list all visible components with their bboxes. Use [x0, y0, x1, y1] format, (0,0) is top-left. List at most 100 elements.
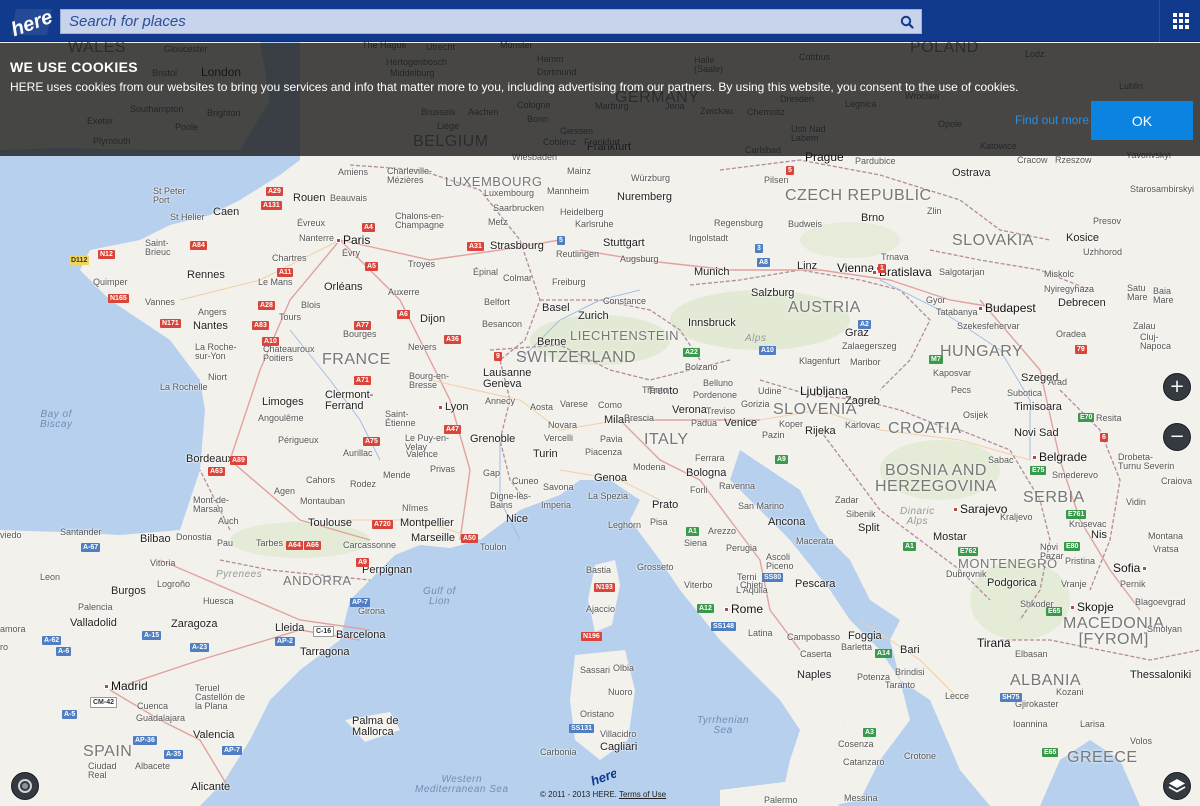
town-label: Ioannina — [1013, 719, 1048, 729]
road-shield: 1 — [878, 264, 886, 273]
city-label-florence: Prato — [652, 499, 679, 511]
town-label: Zalau — [1133, 321, 1156, 331]
road-shield: 5 — [786, 166, 794, 175]
locate-icon — [18, 779, 32, 793]
town-label: Agen — [274, 486, 296, 496]
town-label: Barletta — [841, 642, 873, 652]
town-label: Montauban — [300, 496, 346, 506]
town-label: Grosseto — [637, 562, 674, 572]
town-label: Chalons-en- Champagne — [395, 211, 445, 230]
road-shield: A83 — [252, 321, 269, 330]
town-label: ro — [0, 642, 9, 652]
city-label-nantes: Nantes — [193, 320, 228, 332]
city-label-debrecen: Debrecen — [1058, 297, 1106, 309]
road-shield: N171 — [160, 319, 181, 328]
town-label: Pau — [217, 538, 234, 548]
town-label: Elbasan — [1015, 649, 1048, 659]
town-label: Vannes — [145, 297, 175, 307]
town-label: Resita — [1096, 413, 1122, 423]
town-label: Savona — [543, 482, 574, 492]
town-label: Modena — [633, 462, 666, 472]
sea-label-tyrrhenian: Tyrrhenian Sea — [697, 715, 750, 736]
town-label: Subotica — [1007, 388, 1043, 398]
road-shield: E75 — [1030, 466, 1047, 475]
town-label: Würzburg — [631, 173, 671, 183]
city-label-turin: Turin — [533, 448, 558, 460]
locate-button[interactable] — [11, 772, 39, 800]
city-label-innsbruck: Innsbruck — [688, 317, 736, 329]
city-label-thessaloniki: Thessaloniki — [1130, 669, 1192, 681]
ok-button[interactable]: OK — [1091, 101, 1193, 140]
apps-menu-button[interactable] — [1159, 0, 1200, 42]
town-label: Zalaegerszeg — [842, 341, 897, 351]
sea-label-gulf-of-lion: Gulf of Lion — [423, 586, 456, 607]
road-shield: A31 — [467, 242, 484, 251]
town-label: Cuneo — [512, 476, 539, 486]
road-shield: E80 — [1064, 542, 1081, 551]
town-label: Klagenfurt — [799, 356, 841, 366]
road-shield: A8 — [757, 258, 770, 267]
road-shield: A-67 — [81, 543, 101, 552]
town-label: Sibenik — [846, 509, 876, 519]
town-label: Smolyan — [1147, 624, 1183, 634]
layers-button[interactable] — [1163, 772, 1191, 800]
town-label: Donostia — [176, 532, 212, 542]
town-label: Évreux — [297, 218, 326, 228]
town-label: La Rochelle — [160, 382, 208, 392]
city-label-brno: Brno — [861, 212, 885, 224]
town-label: Udine — [758, 386, 782, 396]
road-shield: A22 — [683, 348, 700, 357]
city-label-zurich: Zurich — [578, 310, 609, 322]
city-label-ostrava: Ostrava — [952, 167, 991, 179]
find-out-more-link[interactable]: Find out more — [1015, 113, 1089, 127]
road-shield: N12 — [98, 250, 115, 259]
city-label-dijon: Dijon — [420, 313, 446, 325]
town-label: Perugia — [726, 543, 758, 553]
town-label: Dubrovnik — [946, 569, 987, 579]
road-shield: A84 — [190, 241, 207, 250]
mountain-label-dinaric: Dinaric Alps — [900, 506, 935, 527]
city-label-paris: Paris — [336, 234, 370, 246]
town-label: Quimper — [93, 277, 128, 287]
town-label: Imperia — [541, 500, 572, 510]
country-label-greece: GREECE — [1067, 749, 1138, 766]
town-label: Pavia — [600, 434, 623, 444]
town-label: Logroño — [157, 579, 191, 589]
road-shield: A1 — [903, 542, 916, 551]
town-label: Blagoevgrad — [1135, 597, 1186, 607]
search-button[interactable] — [899, 14, 915, 30]
road-shield: N193 — [594, 583, 615, 592]
search-input[interactable] — [61, 10, 891, 33]
town-label: Vidin — [1126, 497, 1146, 507]
terms-of-use-link[interactable]: Terms of Use — [619, 790, 666, 799]
country-label-czech-republic: CZECH REPUBLIC — [785, 187, 932, 204]
zoom-out-button[interactable]: − — [1163, 423, 1191, 451]
town-label: Colmar — [503, 273, 533, 283]
city-label-burgos: Burgos — [111, 585, 146, 597]
town-label: Ciudad Real — [88, 761, 117, 780]
city-label-palma: Palma de Mallorca — [352, 715, 399, 738]
town-label: Oradea — [1056, 329, 1087, 339]
town-label: Rodez — [350, 479, 377, 489]
road-shield: A3 — [863, 728, 876, 737]
town-label: Cluj- Napoca — [1140, 332, 1172, 351]
country-label-andorra: ANDORRA — [283, 573, 352, 588]
road-shield: A11 — [277, 268, 294, 277]
city-label-foggia: Foggia — [848, 630, 882, 642]
town-label: Ingolstadt — [689, 233, 729, 243]
city-label-belgrade: Belgrade — [1032, 451, 1087, 463]
town-label: Leghorn — [608, 520, 642, 530]
town-label: Saint- Brieuc — [145, 238, 171, 257]
town-label: St Peter Port — [153, 186, 186, 205]
town-label: Pristina — [1065, 556, 1096, 566]
country-label-slovakia: SLOVAKIA — [952, 232, 1034, 249]
town-label: Annecy — [485, 396, 516, 406]
town-label: Bolzano — [685, 362, 718, 372]
city-label-graz: Graz — [845, 327, 869, 339]
zoom-in-button[interactable]: + — [1163, 373, 1191, 401]
town-label: Ravenna — [719, 481, 756, 491]
town-label: La Spezia — [588, 491, 629, 501]
town-label: Chateauroux Poitiers — [263, 344, 315, 363]
here-logo[interactable]: here — [8, 5, 55, 41]
town-label: Craiova — [1161, 476, 1193, 486]
